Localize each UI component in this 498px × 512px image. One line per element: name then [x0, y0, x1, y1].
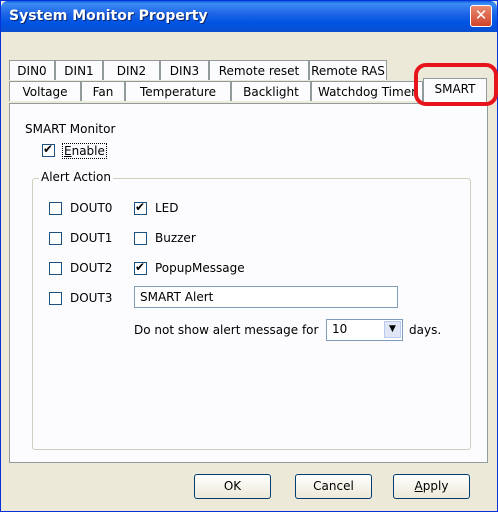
dout2-checkbox[interactable] — [49, 262, 62, 275]
led-checkbox[interactable] — [134, 200, 147, 215]
enable-label[interactable]: Enable — [62, 143, 107, 159]
tab-voltage[interactable]: Voltage — [9, 81, 81, 101]
dialog-window: System Monitor Property ✕ DIN0 DIN1 DIN2… — [0, 0, 498, 512]
tab-backlight[interactable]: Backlight — [231, 81, 311, 101]
alert-message-input[interactable]: SMART Alert — [134, 286, 398, 308]
close-button[interactable]: ✕ — [470, 5, 492, 27]
tab-panel-smart: SMART Monitor Enable Alert Action DOUT0 … — [9, 103, 488, 463]
dout3-label: DOUT3 — [70, 291, 113, 305]
tab-highlight-annotation — [414, 63, 498, 106]
popup-message-label: PopupMessage — [155, 261, 245, 275]
days-label: days. — [409, 323, 442, 337]
dout0-checkbox[interactable] — [49, 202, 62, 215]
apply-label-rest: pply — [422, 479, 449, 493]
dout1-label: DOUT1 — [70, 231, 113, 245]
tab-remote-ras[interactable]: Remote RAS — [309, 60, 387, 80]
chevron-down-icon[interactable]: ▼ — [384, 321, 401, 338]
dout1-checkbox[interactable] — [49, 232, 62, 245]
tab-din0[interactable]: DIN0 — [9, 60, 55, 80]
tab-temperature[interactable]: Temperature — [125, 81, 231, 101]
tab-fan[interactable]: Fan — [81, 81, 125, 101]
alert-action-group: Alert Action DOUT0 DOUT1 DOUT2 DOUT3 LED… — [32, 170, 471, 450]
tab-watchdog-timer[interactable]: Watchdog Timer — [311, 81, 423, 101]
suppress-label: Do not show alert message for — [134, 323, 319, 337]
popup-message-checkbox[interactable] — [134, 260, 147, 275]
tab-din2[interactable]: DIN2 — [103, 60, 160, 80]
title-bar[interactable]: System Monitor Property ✕ — [1, 1, 497, 32]
suppress-days-value: 10 — [332, 322, 348, 336]
apply-mnemonic: A — [414, 479, 423, 493]
apply-button[interactable]: Apply — [393, 474, 470, 499]
dout0-label: DOUT0 — [70, 201, 113, 215]
led-label: LED — [155, 201, 179, 215]
dout3-checkbox[interactable] — [49, 292, 62, 305]
tab-din3[interactable]: DIN3 — [160, 60, 209, 80]
ok-button[interactable]: OK — [194, 474, 271, 499]
buzzer-label: Buzzer — [155, 231, 196, 245]
suppress-days-select[interactable]: 10 ▼ — [326, 319, 403, 341]
dout2-label: DOUT2 — [70, 261, 113, 275]
tab-din1[interactable]: DIN1 — [55, 60, 103, 80]
window-title: System Monitor Property — [9, 8, 208, 24]
alert-action-label: Alert Action — [39, 170, 113, 184]
buzzer-checkbox[interactable] — [134, 232, 147, 245]
tab-remote-reset[interactable]: Remote reset — [209, 60, 309, 80]
cancel-button[interactable]: Cancel — [295, 474, 372, 499]
enable-checkbox[interactable] — [42, 142, 55, 157]
smart-monitor-label: SMART Monitor — [25, 122, 116, 136]
